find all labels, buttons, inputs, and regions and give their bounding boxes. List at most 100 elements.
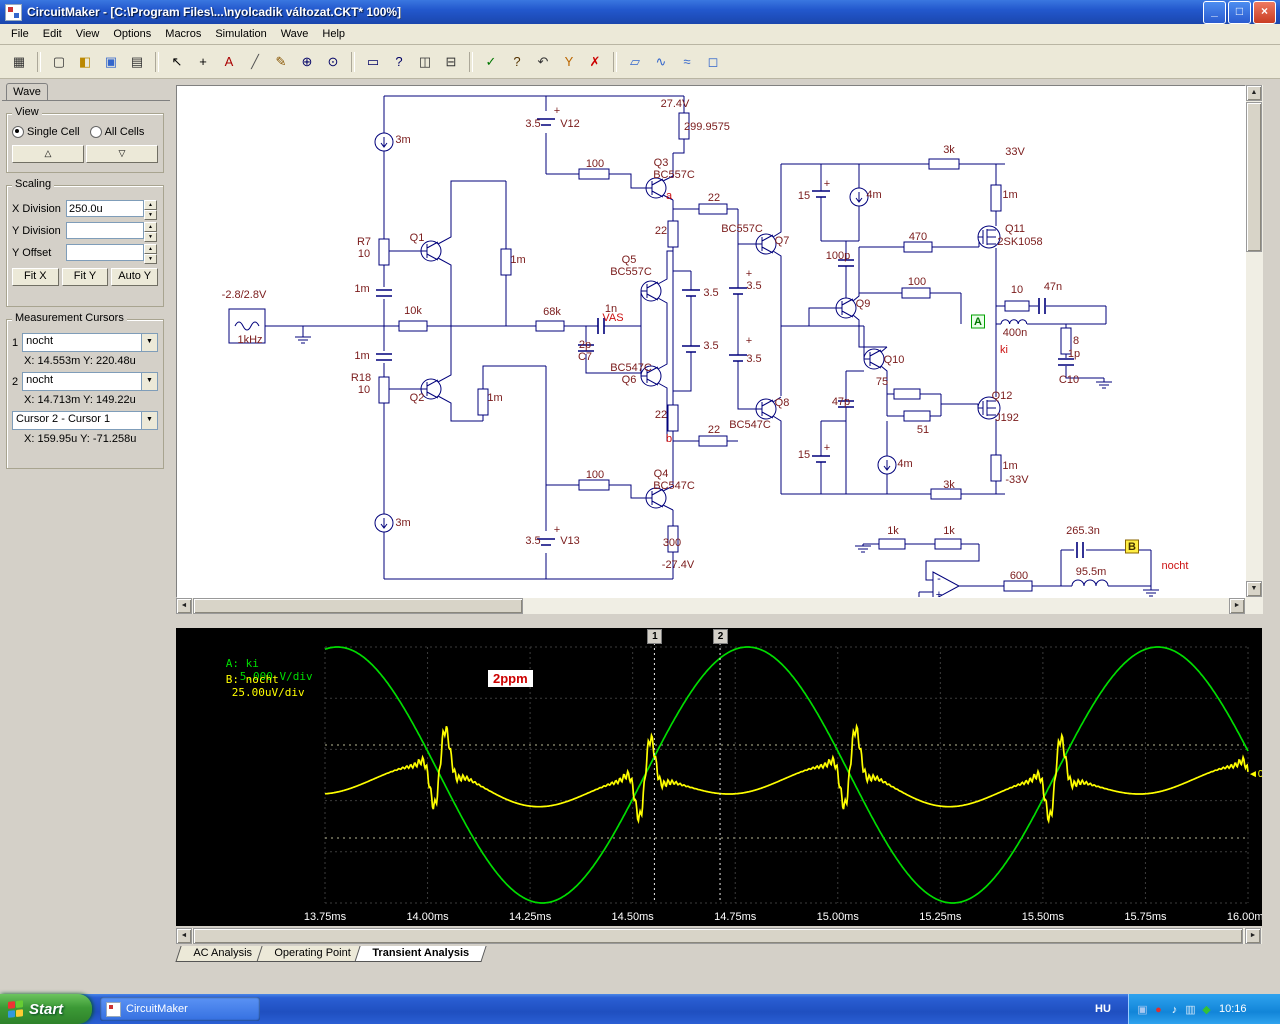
scroll-up-icon[interactable]: ▲ [1246,85,1262,101]
text-tool-button[interactable]: A [217,49,241,74]
chevron-down-icon[interactable]: ▼ [141,412,157,429]
x-axis-tick: 15.25ms [919,911,962,923]
cursor1-signal-select[interactable]: nocht ▼ [22,333,158,352]
digital-display-button[interactable]: ▱ [623,49,647,74]
component-label: B [1128,541,1136,553]
menu-file[interactable]: File [4,26,36,42]
fit-x-button[interactable]: Fit X [12,268,59,286]
schematic-canvas[interactable]: 27.4V 299.9575 3.5 V12 +100 Q3 BC557C a 22 22 BC55… [176,85,1246,598]
menu-edit[interactable]: Edit [36,26,69,42]
spin-down-icon[interactable]: ▼ [144,210,157,220]
magnify-button[interactable]: ⊙ [321,49,345,74]
probe-tool-button[interactable]: ✎ [269,49,293,74]
new-file-button[interactable]: ▢ [47,49,71,74]
radio-all-cells[interactable]: All Cells [89,126,144,138]
help-pointer-button[interactable]: ? [387,49,411,74]
cursor-flag-2[interactable]: 2 [713,629,729,644]
menu-options[interactable]: Options [106,26,158,42]
maximize-button[interactable]: □ [1228,0,1251,24]
radio-single-cell[interactable]: Single Cell [12,126,80,138]
y-offset-input[interactable] [66,244,144,261]
cursor2-signal-select[interactable]: nocht ▼ [22,372,158,391]
antivirus-tray-icon[interactable]: ● [1151,1004,1166,1016]
bode-display-button[interactable]: ≈ [675,49,699,74]
cursor1-index: 1 [12,336,19,349]
help-button[interactable]: ? [505,49,529,74]
schematic-vertical-scrollbar[interactable]: ▲ ▼ [1246,85,1263,598]
y-offset-spinner[interactable]: ▲ ▼ [144,244,157,264]
scroll-right-icon[interactable]: ► [1229,598,1245,614]
open-file-button[interactable]: ◧ [73,49,97,74]
schematic-horizontal-scrollbar[interactable]: ◄ ► [176,598,1246,614]
y-division-input[interactable] [66,222,144,239]
spin-down-icon[interactable]: ▼ [144,254,157,264]
component-label: 3m [395,134,410,146]
scroll-left-icon[interactable]: ◄ [176,928,192,944]
chevron-down-icon[interactable]: ▼ [141,334,157,351]
horizontal-scroll-thumb[interactable] [193,598,523,614]
start-button-label: Start [29,1000,64,1018]
fit-to-window-button[interactable]: ▭ [361,49,385,74]
scroll-right-icon[interactable]: ► [1245,928,1261,944]
network-tray-icon[interactable]: ▥ [1183,1003,1198,1016]
menu-simulation[interactable]: Simulation [208,26,273,42]
chevron-down-icon[interactable]: ▼ [141,373,157,390]
tab-transient-analysis[interactable]: Transient Analysis [354,946,487,962]
delete-tool-button[interactable]: ╱ [243,49,267,74]
scope-scroll-thumb[interactable] [193,928,1243,944]
scope-horizontal-scrollbar[interactable]: ◄ ► [176,928,1262,944]
menu-view[interactable]: View [69,26,107,42]
volume-tray-icon[interactable]: ♪ [1167,1004,1182,1016]
tab-wave[interactable]: Wave [6,83,48,101]
component-label: + [746,268,752,280]
tab-ac-analysis[interactable]: AC Analysis [175,946,270,962]
tile-vertical-button[interactable]: ⊟ [439,49,463,74]
x-axis-tick: 15.50ms [1021,911,1064,923]
cell-up-button[interactable]: △ [12,145,84,163]
auto-y-button[interactable]: Auto Y [111,268,159,286]
scroll-left-icon[interactable]: ◄ [176,598,192,614]
spin-up-icon[interactable]: ▲ [144,244,157,254]
scaling-group-label: Scaling [12,178,55,190]
stop-simulation-button[interactable]: ✗ [583,49,607,74]
probe-y-button[interactable]: Y [557,49,581,74]
add-part-button[interactable]: + [191,49,215,74]
scheduler-tray-icon[interactable]: ◆ [1199,1003,1214,1016]
select-tool-button[interactable]: ↖ [165,49,189,74]
component-label: R7 [357,236,371,248]
zoom-in-tool-button[interactable]: ⊕ [295,49,319,74]
component-label: 3m [395,517,410,529]
language-indicator[interactable]: HU [1095,994,1111,1024]
start-button[interactable]: Start [0,994,92,1024]
fft-display-button[interactable]: ◻ [701,49,725,74]
menu-macros[interactable]: Macros [158,26,208,42]
save-file-button[interactable]: ▣ [99,49,123,74]
y-division-spinner[interactable]: ▲ ▼ [144,222,157,242]
fit-y-button[interactable]: Fit Y [61,268,109,286]
scroll-down-icon[interactable]: ▼ [1246,581,1262,597]
vertical-scroll-thumb[interactable] [1246,102,1262,252]
x-division-spinner[interactable]: ▲ ▼ [144,200,157,220]
display-settings-tray-icon[interactable]: ▣ [1135,1003,1150,1016]
cell-down-button[interactable]: ▽ [86,145,158,163]
taskbar-task-circuitmaker[interactable]: CircuitMaker [100,997,260,1021]
tile-horizontal-button[interactable]: ◫ [413,49,437,74]
cursor-diff-select[interactable]: Cursor 2 - Cursor 1 ▼ [12,411,158,430]
reset-button[interactable]: ↶ [531,49,555,74]
tab-operating-point-label: Operating Point [274,947,351,959]
print-button[interactable]: ▤ [125,49,149,74]
spin-up-icon[interactable]: ▲ [144,200,157,210]
cursor-flag-1[interactable]: 1 [647,629,663,644]
close-button[interactable]: × [1253,0,1276,24]
tab-operating-point[interactable]: Operating Point [256,946,368,962]
scope-display-button[interactable]: ∿ [649,49,673,74]
minimize-button[interactable]: _ [1203,0,1226,24]
menu-wave[interactable]: Wave [274,26,316,42]
menu-help[interactable]: Help [315,26,352,42]
waveform-display[interactable]: A: ki 5.000 V/div B: nocht 25.00uV/div 2… [176,628,1262,926]
x-division-input[interactable] [66,200,144,217]
spin-up-icon[interactable]: ▲ [144,222,157,232]
spin-down-icon[interactable]: ▼ [144,232,157,242]
parts-palette-button[interactable]: ▦ [7,49,31,74]
run-simulation-button[interactable]: ✓ [479,49,503,74]
